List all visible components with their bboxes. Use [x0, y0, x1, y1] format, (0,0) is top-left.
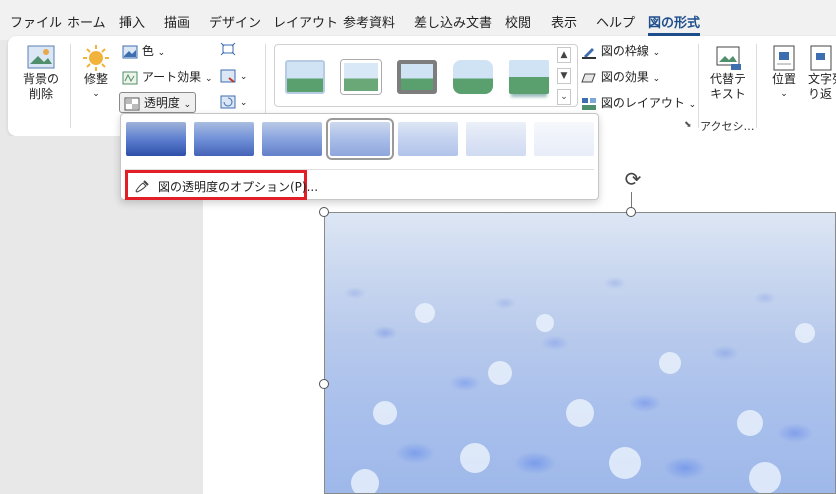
- change-picture-icon: [220, 69, 236, 83]
- sun-icon: [83, 45, 109, 71]
- color-label: 色: [141, 44, 154, 58]
- ribbon-separator: [698, 44, 699, 128]
- tab-bar: ファイル ホーム 挿入 描画 デザイン レイアウト 参考資料 差し込み文書 校閲…: [0, 0, 836, 40]
- tab-layout[interactable]: レイアウト: [273, 12, 338, 31]
- transparency-preset-65[interactable]: [398, 122, 458, 156]
- chevron-down-icon: ⌄: [92, 89, 100, 99]
- tab-references[interactable]: 参考資料: [343, 12, 395, 31]
- transparency-button[interactable]: 透明度 ⌄: [119, 92, 197, 113]
- chevron-down-icon: ⌄: [652, 74, 661, 84]
- reset-picture-button[interactable]: ⌄: [220, 94, 247, 109]
- picture-styles-gallery: [274, 44, 578, 107]
- picture-styles-dialog-launcher[interactable]: ⬊: [684, 120, 692, 130]
- tab-picture-format[interactable]: 図の形式: [648, 12, 701, 36]
- alt-text-label-2: キスト: [710, 87, 746, 101]
- tab-design[interactable]: デザイン: [209, 12, 261, 31]
- tab-insert[interactable]: 挿入: [119, 12, 145, 31]
- resize-handle-top-left[interactable]: [319, 207, 329, 217]
- chevron-down-icon: ⌄: [780, 89, 788, 99]
- chevron-down-icon: ⌄: [157, 48, 166, 58]
- tab-review[interactable]: 校閲: [505, 12, 531, 31]
- gallery-more[interactable]: ⌄: [557, 89, 571, 105]
- resize-handle-top-middle[interactable]: [626, 207, 636, 217]
- ribbon-separator: [756, 44, 757, 128]
- alt-text-label-1: 代替テ: [709, 72, 746, 86]
- tab-draw[interactable]: 描画: [164, 12, 190, 31]
- chevron-down-icon: ⌄: [652, 48, 661, 58]
- corrections-label: 修整: [83, 72, 108, 86]
- selected-picture[interactable]: [324, 212, 836, 494]
- tab-help[interactable]: ヘルプ: [596, 12, 635, 31]
- transparency-preset-15[interactable]: [194, 122, 254, 156]
- gallery-scroll-down[interactable]: ▼: [557, 68, 571, 84]
- remove-background-icon: [27, 45, 55, 69]
- picture-style-thumb[interactable]: [509, 60, 549, 94]
- artistic-effects-icon: [122, 71, 138, 84]
- transparency-preset-0[interactable]: [126, 122, 186, 156]
- transparency-preset-80[interactable]: [466, 122, 526, 156]
- picture-effects-button[interactable]: 図の効果 ⌄: [581, 68, 660, 85]
- tab-file[interactable]: ファイル: [10, 12, 62, 31]
- flower-field-image: [351, 303, 815, 493]
- picture-style-thumb[interactable]: [453, 60, 493, 94]
- picture-layout-button[interactable]: 図のレイアウト ⌄: [581, 94, 696, 111]
- accessibility-group-label: アクセシ…: [700, 120, 755, 133]
- pen-icon: [582, 47, 596, 59]
- picture-style-thumb[interactable]: [397, 60, 437, 94]
- chevron-down-icon: ⌄: [239, 72, 248, 82]
- chevron-down-icon: ⌄: [688, 100, 697, 110]
- transparency-icon: [124, 97, 140, 110]
- alt-text-icon: [716, 46, 741, 70]
- transparency-dropdown: 図の透明度のオプション(P)...: [120, 113, 599, 200]
- brush-icon: [135, 180, 149, 193]
- wrap-text-label-1: 文字列: [808, 72, 836, 86]
- compress-pictures-icon: [220, 42, 236, 56]
- position-label: 位置: [771, 72, 796, 86]
- gallery-scroll-up[interactable]: ▲: [557, 47, 571, 63]
- resize-handle-middle-left[interactable]: [319, 379, 329, 389]
- position-button[interactable]: 位置 ⌄: [764, 44, 804, 102]
- rotate-handle-icon[interactable]: ⟳: [620, 166, 646, 192]
- remove-background-label-2: 削除: [28, 87, 53, 101]
- picture-layout-icon: [582, 97, 596, 110]
- compress-pictures-button[interactable]: [220, 42, 236, 59]
- artistic-effects-label: アート効果: [141, 70, 202, 84]
- transparency-preset-95[interactable]: [534, 122, 594, 156]
- remove-background-label-1: 背景の: [22, 72, 59, 86]
- ribbon-separator: [70, 44, 71, 128]
- transparency-options-label: 図の透明度のオプション(P)...: [158, 180, 319, 194]
- transparency-label: 透明度: [143, 96, 180, 110]
- change-picture-button[interactable]: ⌄: [220, 68, 247, 83]
- tab-view[interactable]: 表示: [551, 12, 577, 31]
- corrections-button[interactable]: 修整 ⌄: [76, 44, 116, 102]
- transparency-preset-50[interactable]: [326, 118, 394, 160]
- picture-effects-icon: [581, 73, 596, 82]
- color-button[interactable]: 色 ⌄: [122, 42, 165, 59]
- reset-picture-icon: [220, 95, 236, 108]
- picture-border-label: 図の枠線: [600, 44, 649, 58]
- artistic-effects-button[interactable]: アート効果 ⌄: [122, 68, 212, 85]
- alt-text-button[interactable]: 代替テ キスト: [702, 44, 754, 102]
- wrap-text-button[interactable]: 文字列 り返: [808, 44, 836, 102]
- picture-layout-label: 図のレイアウト: [600, 96, 685, 110]
- picture-effects-label: 図の効果: [600, 70, 649, 84]
- wrap-text-icon: [810, 45, 832, 71]
- tab-home[interactable]: ホーム: [67, 12, 106, 31]
- tab-mailings[interactable]: 差し込み文書: [414, 12, 492, 31]
- chevron-down-icon: ⌄: [239, 98, 248, 108]
- picture-border-button[interactable]: 図の枠線 ⌄: [581, 42, 660, 59]
- color-icon: [122, 45, 138, 58]
- rotate-handle-line: [631, 192, 632, 208]
- picture-style-thumb[interactable]: [285, 60, 325, 94]
- remove-background-button[interactable]: 背景の 削除: [16, 44, 66, 102]
- picture-style-thumb[interactable]: [341, 60, 381, 94]
- transparency-preset-30[interactable]: [262, 122, 322, 156]
- position-icon: [773, 45, 795, 71]
- chevron-down-icon: ⌄: [204, 74, 213, 84]
- chevron-down-icon: ⌄: [183, 100, 192, 110]
- wrap-text-label-2: り返: [808, 87, 833, 101]
